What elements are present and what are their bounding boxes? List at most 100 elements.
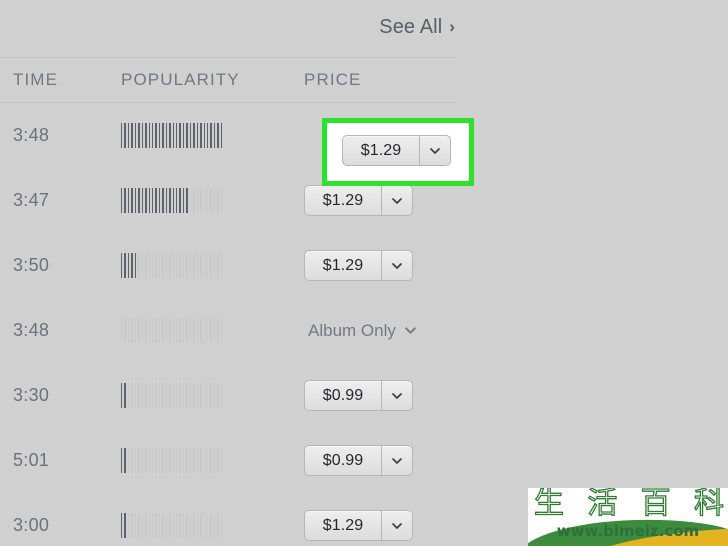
popularity-tick — [186, 383, 188, 408]
buy-button[interactable]: $1.29 — [304, 510, 413, 541]
popularity-tick — [179, 383, 181, 408]
popularity-tick — [210, 123, 212, 148]
popularity-tick — [193, 123, 195, 148]
popularity-tick — [176, 513, 178, 538]
popularity-tick — [165, 253, 168, 278]
buy-button[interactable]: $0.99 — [304, 380, 413, 411]
popularity-tick — [189, 383, 192, 408]
popularity-tick — [124, 188, 126, 213]
track-duration: 3:48 — [13, 320, 50, 340]
popularity-tick — [131, 123, 133, 148]
chevron-down-glyph — [392, 457, 402, 464]
chevron-down-icon[interactable] — [382, 446, 412, 475]
popularity-tick — [158, 383, 161, 408]
popularity-tick — [124, 318, 126, 343]
table-row[interactable]: 3:30 $0.99 — [0, 363, 455, 428]
popularity-tick — [121, 513, 123, 538]
popularity-tick — [145, 448, 147, 473]
popularity-tick — [131, 383, 133, 408]
itunes-search-results-screen: See All › TIME POPULARITY PRICE 3:48 $1.2… — [0, 0, 728, 546]
column-header-popularity[interactable]: POPULARITY — [121, 70, 240, 90]
popularity-tick — [186, 513, 188, 538]
filter-panel: AllSongsAlbumsMusic VideosPodcasts ARTIS… — [490, 0, 728, 546]
popularity-tick — [193, 318, 195, 343]
chevron-down-glyph — [430, 147, 440, 154]
popularity-tick — [131, 513, 133, 538]
popularity-tick — [210, 253, 212, 278]
chevron-down-icon[interactable] — [382, 186, 412, 215]
popularity-tick — [213, 448, 216, 473]
popularity-tick — [203, 253, 205, 278]
popularity-tick — [127, 513, 130, 538]
table-row[interactable]: 3:00 $1.29 — [0, 493, 455, 546]
popularity-tick — [121, 253, 123, 278]
popularity-meter — [121, 513, 223, 538]
popularity-tick — [141, 188, 144, 213]
buy-button[interactable]: $0.99 — [304, 445, 413, 476]
popularity-tick — [138, 513, 140, 538]
popularity-tick — [131, 253, 133, 278]
popularity-tick — [213, 318, 216, 343]
popularity-tick — [193, 188, 195, 213]
album-only-control[interactable]: Album Only — [304, 321, 416, 341]
buy-button[interactable]: $1.29 — [304, 185, 413, 216]
see-all-link[interactable]: See All › — [379, 16, 455, 39]
column-header-price[interactable]: PRICE — [304, 70, 361, 90]
buy-button[interactable]: $1.29 — [304, 250, 413, 281]
popularity-tick — [213, 253, 216, 278]
popularity-tick — [151, 188, 154, 213]
popularity-tick — [210, 448, 212, 473]
popularity-tick — [200, 448, 202, 473]
popularity-tick — [220, 513, 223, 538]
popularity-tick — [155, 318, 157, 343]
chevron-down-glyph — [392, 197, 402, 204]
popularity-tick — [145, 123, 147, 148]
column-header-time[interactable]: TIME — [13, 70, 58, 90]
popularity-tick — [151, 253, 154, 278]
table-row[interactable]: 3:48 Album Only — [0, 298, 455, 363]
popularity-tick — [182, 448, 185, 473]
popularity-tick — [206, 448, 209, 473]
popularity-tick — [213, 188, 216, 213]
popularity-tick — [217, 383, 219, 408]
column-headers: TIME POPULARITY PRICE — [0, 58, 455, 102]
popularity-tick — [124, 253, 126, 278]
popularity-tick — [134, 318, 137, 343]
popularity-tick — [176, 318, 178, 343]
chevron-down-icon[interactable] — [382, 381, 412, 410]
popularity-tick — [186, 188, 188, 213]
popularity-tick — [182, 318, 185, 343]
chevron-down-icon[interactable] — [405, 327, 416, 334]
popularity-tick — [169, 383, 171, 408]
popularity-tick — [138, 448, 140, 473]
popularity-tick — [124, 123, 126, 148]
popularity-tick — [220, 448, 223, 473]
price-cell: $0.99 — [304, 428, 455, 493]
popularity-meter — [121, 253, 223, 278]
popularity-tick — [138, 383, 140, 408]
chevron-down-icon[interactable] — [420, 136, 450, 165]
popularity-cell — [121, 428, 223, 493]
popularity-tick — [151, 123, 154, 148]
popularity-tick — [206, 318, 209, 343]
popularity-tick — [206, 123, 209, 148]
track-duration: 3:50 — [13, 255, 50, 275]
popularity-tick — [217, 513, 219, 538]
chevron-down-icon[interactable] — [382, 251, 412, 280]
chevron-down-icon[interactable] — [382, 511, 412, 540]
popularity-tick — [127, 383, 130, 408]
popularity-tick — [200, 188, 202, 213]
table-row[interactable]: 5:01 $0.99 — [0, 428, 455, 493]
popularity-tick — [121, 318, 123, 343]
popularity-tick — [189, 188, 192, 213]
popularity-tick — [151, 513, 154, 538]
track-duration: 3:00 — [13, 515, 50, 535]
buy-button-highlighted[interactable]: $1.29 — [342, 135, 451, 166]
popularity-tick — [158, 123, 161, 148]
popularity-tick — [162, 123, 164, 148]
popularity-tick — [127, 448, 130, 473]
table-row[interactable]: 3:50 $1.29 — [0, 233, 455, 298]
popularity-tick — [121, 188, 123, 213]
popularity-tick — [148, 123, 150, 148]
popularity-tick — [189, 123, 192, 148]
